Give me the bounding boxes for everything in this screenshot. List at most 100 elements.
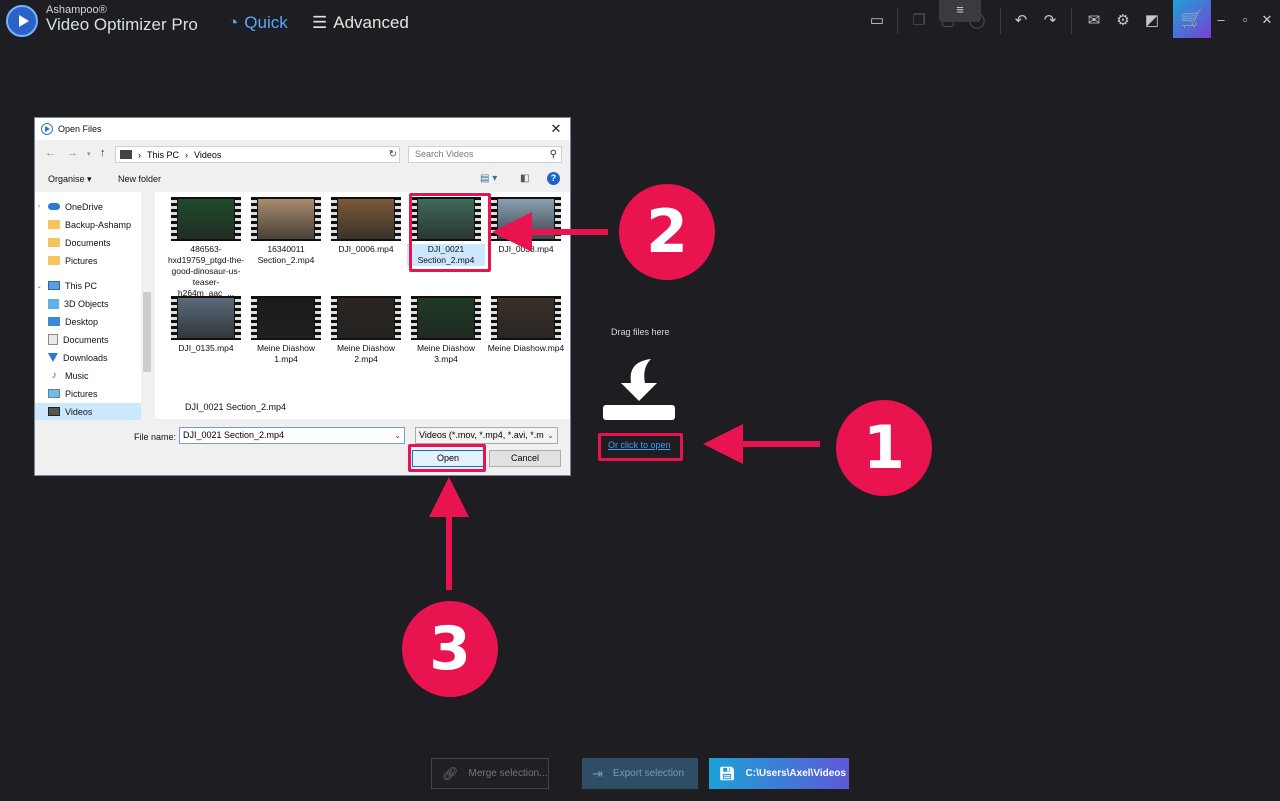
chevron-down-icon[interactable]: ⌄ — [547, 428, 554, 443]
nav-item-pictures[interactable]: Pictures — [35, 252, 141, 269]
export-label: Export selection — [612, 768, 685, 779]
thumbnail-image — [178, 199, 234, 239]
file-item[interactable]: 486563-hxd19759_ptgd-the-good-dinosaur-u… — [167, 197, 245, 299]
video-thumbnail — [331, 197, 401, 241]
gear-icon[interactable]: ⚙ — [1112, 10, 1134, 32]
breadcrumb-this-pc[interactable]: This PC — [147, 150, 179, 160]
merge-label: Merge selection... — [468, 768, 548, 779]
forward-arrow-icon[interactable]: → — [67, 147, 78, 159]
nav-label: Documents — [65, 237, 111, 248]
nav-label: Pictures — [65, 388, 98, 399]
file-type-value: Videos (*.mov, *.mp4, *.avi, *.m — [419, 430, 544, 440]
nav-item-3d-objects[interactable]: 3D Objects — [35, 295, 141, 312]
file-item[interactable]: Meine Diashow.mp4 — [487, 296, 565, 354]
up-arrow-icon[interactable]: ↑ — [100, 147, 106, 159]
nav-item-pictures-pc[interactable]: Pictures — [35, 385, 141, 402]
help-button[interactable]: ? — [547, 172, 560, 185]
computer-icon — [48, 281, 60, 290]
video-thumbnail — [171, 296, 241, 340]
file-item[interactable]: Meine Diashow 1.mp4 — [247, 296, 325, 365]
video-thumbnail — [491, 296, 561, 340]
folder-icon[interactable]: ▭ — [866, 10, 888, 32]
minimize-icon[interactable]: – — [1212, 11, 1230, 29]
file-item[interactable]: DJI_0135.mp4 — [167, 296, 245, 354]
cart-icon[interactable]: 🛒 — [1173, 0, 1211, 38]
nav-item-documents-pc[interactable]: Documents — [35, 331, 141, 348]
view-options-icon[interactable]: ▤ ▾ — [480, 173, 497, 184]
open-files-dialog: Open Files ✕ ← → ▾ ↑ › This PC › Videos … — [34, 117, 571, 476]
search-input[interactable]: Search Videos ⚲ — [408, 146, 562, 163]
mode-quick-tab[interactable]: ◔ Quick — [228, 13, 288, 33]
dialog-close-button[interactable]: ✕ — [548, 121, 564, 137]
thumbnail-image — [338, 199, 394, 239]
breadcrumb-sep: › — [138, 149, 141, 160]
recent-dropdown-icon[interactable]: ▾ — [87, 150, 91, 158]
highlight-open-button — [408, 444, 486, 472]
new-folder-button[interactable]: New folder — [118, 174, 161, 184]
chevron-right-icon[interactable]: › — [35, 203, 43, 210]
copy-icon[interactable]: ❐ — [908, 10, 930, 32]
file-name: DJI_0006.mp4 — [338, 244, 394, 254]
file-name-value: DJI_0021 Section_2.mp4 — [183, 430, 285, 440]
drop-download-icon[interactable] — [603, 355, 675, 421]
folder-icon — [48, 220, 60, 229]
thumbnail-image — [418, 298, 474, 338]
nav-label: Music — [65, 370, 89, 381]
file-type-select[interactable]: Videos (*.mov, *.mp4, *.avi, *.m ⌄ — [415, 427, 558, 444]
thumbnail-image — [338, 298, 394, 338]
nav-item-this-pc[interactable]: ⌄ This PC — [35, 277, 141, 294]
mode-quick-label: Quick — [244, 13, 288, 32]
file-name-input[interactable]: DJI_0021 Section_2.mp4 ⌄ — [179, 427, 405, 444]
cancel-button[interactable]: Cancel — [489, 450, 561, 467]
app-header: Ashampoo® Video Optimizer Pro ◔ Quick ☰ … — [0, 0, 1280, 44]
dialog-titlebar: Open Files ✕ — [35, 118, 570, 140]
redo-icon[interactable]: ↷ — [1039, 10, 1061, 32]
download-icon — [48, 353, 58, 362]
nav-item-downloads[interactable]: Downloads — [35, 349, 141, 366]
thumbnail-image — [178, 298, 234, 338]
breadcrumb-videos[interactable]: Videos — [194, 150, 221, 160]
file-item[interactable]: 16340011 Section_2.mp4 — [247, 197, 325, 266]
nav-item-desktop[interactable]: Desktop — [35, 313, 141, 330]
merge-selection-button[interactable]: 🔗︎ Merge selection... — [431, 758, 549, 789]
nav-item-videos[interactable]: Videos — [35, 403, 141, 420]
preview-pane-icon[interactable]: ◧ — [520, 173, 529, 184]
mode-advanced-tab[interactable]: ☰ Advanced — [312, 13, 409, 33]
back-arrow-icon[interactable]: ← — [45, 147, 56, 159]
nav-label: 3D Objects — [64, 298, 109, 309]
close-icon[interactable]: ✕ — [1258, 11, 1276, 29]
nav-scrollbar-thumb[interactable] — [143, 292, 151, 372]
nav-item-music[interactable]: ♪ Music — [35, 367, 141, 384]
refresh-icon[interactable]: ↻ — [385, 146, 401, 163]
link-icon: 🔗︎ — [442, 765, 459, 781]
output-folder-button[interactable]: 💾︎ C:\Users\Axel\Videos — [709, 758, 849, 789]
file-item[interactable]: Meine Diashow 2.mp4 — [327, 296, 405, 365]
file-item[interactable]: Meine Diashow 3.mp4 — [407, 296, 485, 365]
brand-product: Video Optimizer Pro — [46, 15, 198, 34]
file-item[interactable]: DJI_0006.mp4 — [327, 197, 405, 255]
drag-handle[interactable]: ≡ — [939, 0, 981, 22]
theme-icon[interactable]: ◩ — [1141, 10, 1163, 32]
video-thumbnail — [251, 197, 321, 241]
command-bar: Organise ▾ New folder ▤ ▾ ◧ ? — [35, 168, 570, 190]
nav-item-backup[interactable]: Backup-Ashamp — [35, 216, 141, 233]
organise-button[interactable]: Organise ▾ — [48, 174, 92, 185]
chevron-down-icon[interactable]: ⌄ — [35, 282, 43, 290]
export-selection-button[interactable]: ⇥ Export selection — [582, 758, 698, 789]
mail-icon[interactable]: ✉ — [1083, 10, 1105, 32]
nav-item-onedrive[interactable]: › OneDrive — [35, 198, 141, 215]
arrow-3-head-icon — [429, 477, 469, 517]
video-thumbnail — [411, 296, 481, 340]
toolbar-divider — [1000, 8, 1001, 34]
restore-icon[interactable]: ▫ — [1236, 11, 1254, 29]
nav-scrollbar[interactable] — [141, 192, 153, 419]
undo-icon[interactable]: ↶ — [1010, 10, 1032, 32]
nav-item-documents[interactable]: Documents — [35, 234, 141, 251]
navigation-pane: › OneDrive Backup-Ashamp Documents Pictur… — [35, 192, 153, 420]
breadcrumb-sep: › — [185, 149, 189, 160]
cloud-icon — [48, 203, 60, 210]
nav-label: Downloads — [63, 352, 108, 363]
address-bar[interactable]: › This PC › Videos — [115, 146, 400, 163]
chevron-down-icon[interactable]: ⌄ — [394, 428, 401, 443]
video-thumbnail — [171, 197, 241, 241]
